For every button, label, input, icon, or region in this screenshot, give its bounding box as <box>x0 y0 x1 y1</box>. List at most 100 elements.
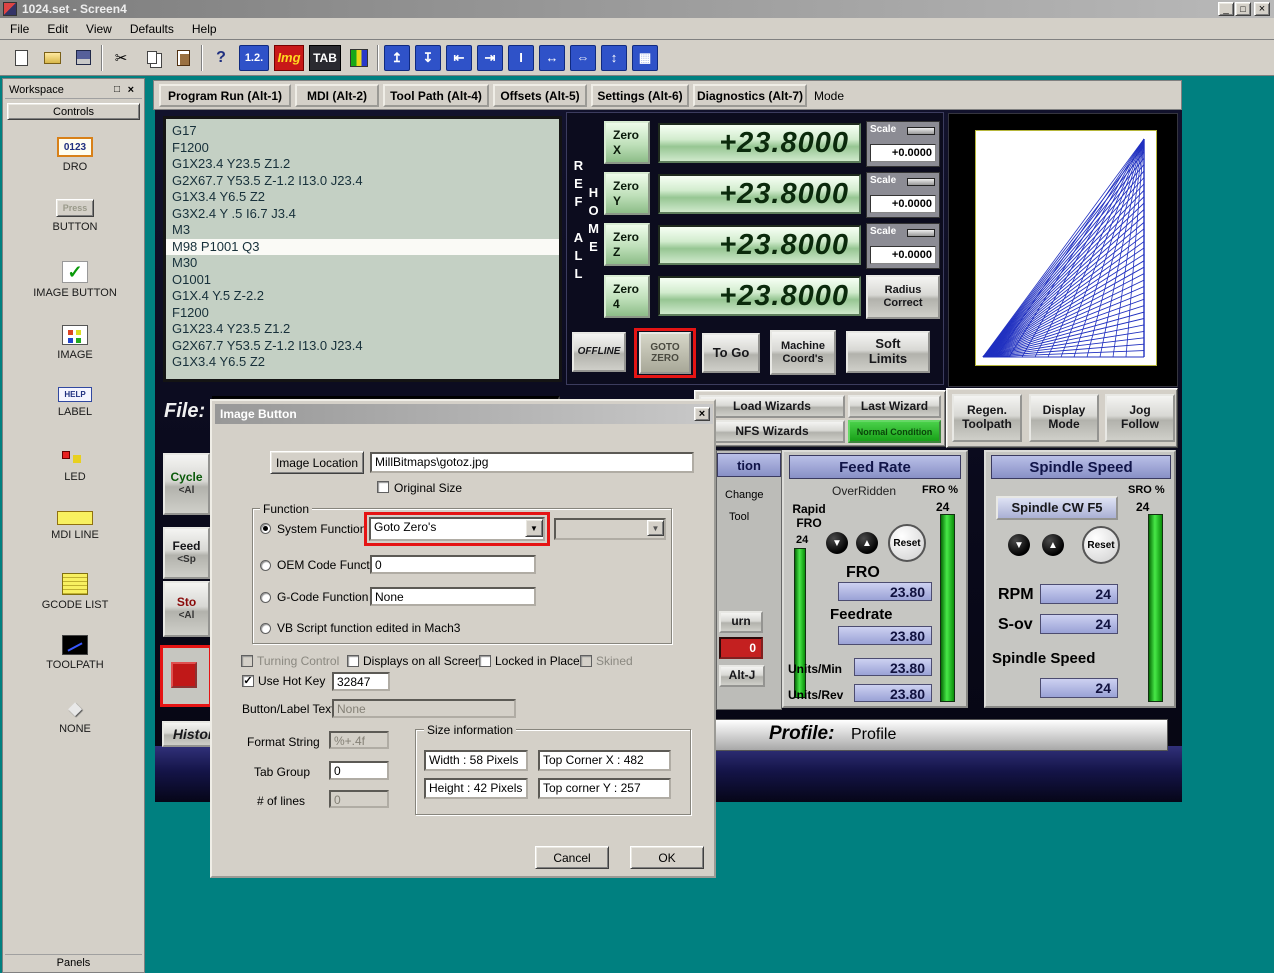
size-vertical-button[interactable]: ↕ <box>601 44 627 71</box>
colors-tool-button[interactable] <box>346 45 372 71</box>
tab-program-run[interactable]: Program Run (Alt-1) <box>159 84 291 107</box>
fro-reset-button[interactable]: Reset <box>888 524 926 562</box>
feed-hold-button[interactable]: Feed <Sp <box>163 527 210 579</box>
add-dro-tool-button[interactable]: 1.2. <box>239 44 269 71</box>
cycle-start-button[interactable]: Cycle <Al <box>163 453 210 515</box>
save-button[interactable] <box>70 45 96 71</box>
num-lines-field[interactable]: 0 <box>329 790 389 808</box>
menu-defaults[interactable]: Defaults <box>130 22 174 36</box>
spindle-cw-button[interactable]: Spindle CW F5 <box>996 496 1118 520</box>
copy-button[interactable] <box>139 45 165 71</box>
menu-help[interactable]: Help <box>192 22 217 36</box>
system-function-dropdown[interactable]: Goto Zero's ▼ <box>369 517 545 541</box>
control-item-button[interactable]: Press BUTTON <box>9 199 141 233</box>
align-right-button[interactable]: ⇥ <box>477 44 503 71</box>
fro-slider[interactable] <box>940 514 955 702</box>
sro-reset-button[interactable]: Reset <box>1082 526 1120 564</box>
fragment-urn-button[interactable]: urn <box>719 611 763 633</box>
dialog-close-button[interactable]: × <box>694 407 710 421</box>
locked-in-place-checkbox[interactable] <box>479 655 491 667</box>
menu-file[interactable]: File <box>10 22 29 36</box>
dialog-title-bar[interactable]: Image Button × <box>215 404 713 424</box>
hot-key-field[interactable]: 32847 <box>332 672 390 691</box>
cancel-button[interactable]: Cancel <box>535 846 609 869</box>
control-item-label[interactable]: HELP LABEL <box>9 387 141 418</box>
dro-x-axis[interactable]: +23.8000 <box>658 123 861 163</box>
open-file-button[interactable] <box>39 45 65 71</box>
dropdown-arrow-button[interactable]: ▼ <box>525 519 543 537</box>
image-location-button[interactable]: Image Location <box>270 451 364 474</box>
maximize-button[interactable]: □ <box>1235 2 1251 16</box>
use-hot-key-checkbox[interactable] <box>242 675 254 687</box>
secondary-dropdown[interactable]: ▼ <box>554 518 666 540</box>
oem-code-radio[interactable] <box>260 560 271 571</box>
machine-coords-button[interactable]: Machine Coord's <box>770 330 836 375</box>
goto-zero-button[interactable]: GOTO ZERO <box>639 332 691 374</box>
align-bottom-button[interactable]: ↧ <box>415 44 441 71</box>
stop-button[interactable]: Sto <Al <box>163 581 210 637</box>
jog-follow-button[interactable]: Jog Follow <box>1105 394 1175 442</box>
sro-down-button[interactable]: ▼ <box>1008 534 1030 556</box>
format-string-field[interactable]: %+.4f <box>329 731 389 749</box>
control-item-toolpath[interactable]: TOOLPATH <box>9 635 141 671</box>
close-button[interactable]: × <box>1254 2 1270 16</box>
rpm-value[interactable]: 24 <box>1040 584 1118 604</box>
cut-button[interactable]: ✂ <box>108 45 134 71</box>
button-label-text-field[interactable]: None <box>332 699 516 718</box>
zero-x-button[interactable]: Zero X <box>604 121 650 164</box>
toolpath-display[interactable] <box>948 113 1178 387</box>
fro-up-button[interactable]: ▲ <box>856 532 878 554</box>
panels-tab[interactable]: Panels <box>5 954 142 970</box>
scale-slider[interactable] <box>907 178 935 186</box>
fro-value[interactable]: 23.80 <box>838 582 932 601</box>
offline-button[interactable]: OFFLINE <box>572 332 626 372</box>
ok-button[interactable]: OK <box>630 846 704 869</box>
scale-slider[interactable] <box>907 127 935 135</box>
add-image-tool-button[interactable]: Img <box>274 44 304 71</box>
last-wizard-button[interactable]: Last Wizard <box>848 395 941 418</box>
dro-z-axis[interactable]: +23.8000 <box>658 225 861 265</box>
workspace-close-button[interactable]: × <box>128 84 134 96</box>
oem-code-field[interactable]: 0 <box>370 555 536 574</box>
system-function-radio[interactable] <box>260 523 271 534</box>
tab-settings[interactable]: Settings (Alt-6) <box>591 84 689 107</box>
tab-tool-path[interactable]: Tool Path (Alt-4) <box>383 84 489 107</box>
menu-edit[interactable]: Edit <box>47 22 68 36</box>
dropdown-arrow-button[interactable]: ▼ <box>647 520 664 536</box>
display-mode-button[interactable]: Display Mode <box>1029 394 1099 442</box>
radius-correct-button[interactable]: Radius Correct <box>866 275 940 319</box>
zero-4-button[interactable]: Zero 4 <box>604 275 650 318</box>
size-horizontal-button[interactable]: ↔ <box>539 44 565 71</box>
regen-toolpath-button[interactable]: Regen. Toolpath <box>952 394 1022 442</box>
control-item-mdi-line[interactable]: MDI LINE <box>9 511 141 541</box>
tab-tool-button[interactable]: TAB <box>309 44 341 71</box>
nfs-wizards-button[interactable]: NFS Wizards <box>699 420 845 443</box>
scale-slider[interactable] <box>907 229 935 237</box>
zero-z-button[interactable]: Zero Z <box>604 223 650 266</box>
grid-button[interactable]: ▦ <box>632 44 658 71</box>
dro-y-axis[interactable]: +23.8000 <box>658 174 861 214</box>
displays-all-checkbox[interactable] <box>347 655 359 667</box>
vb-script-radio[interactable] <box>260 623 271 634</box>
tab-group-field[interactable]: 0 <box>329 761 389 780</box>
gcode-list[interactable]: G17 F1200 G1X23.4 Y23.5 Z1.2 G2X67.7 Y53… <box>163 116 562 382</box>
image-location-field[interactable]: MillBitmaps\gotoz.jpg <box>370 452 694 473</box>
sro-slider[interactable] <box>1148 514 1163 702</box>
units-min-value[interactable]: 23.80 <box>854 658 932 676</box>
normal-condition-button[interactable]: Normal Condition <box>848 420 941 443</box>
scale-z-widget[interactable]: Scale +0.0000 <box>866 223 940 269</box>
minimize-button[interactable]: _ <box>1218 2 1234 16</box>
fragment-altj-button[interactable]: Alt-J <box>719 665 765 687</box>
workspace-dock-button[interactable]: □ <box>114 84 120 95</box>
new-file-button[interactable] <box>8 45 34 71</box>
gcode-function-field[interactable]: None <box>370 587 536 606</box>
space-horizontal-button[interactable]: ⇔ <box>570 44 596 71</box>
tab-offsets[interactable]: Offsets (Alt-5) <box>493 84 587 107</box>
gcode-function-radio[interactable] <box>260 592 271 603</box>
tab-mdi[interactable]: MDI (Alt-2) <box>295 84 379 107</box>
scale-y-widget[interactable]: Scale +0.0000 <box>866 172 940 218</box>
align-top-button[interactable]: ↥ <box>384 44 410 71</box>
soft-limits-button[interactable]: Soft Limits <box>846 331 930 373</box>
control-item-gcode-list[interactable]: GCODE LIST <box>9 573 141 611</box>
to-go-button[interactable]: To Go <box>702 333 760 373</box>
